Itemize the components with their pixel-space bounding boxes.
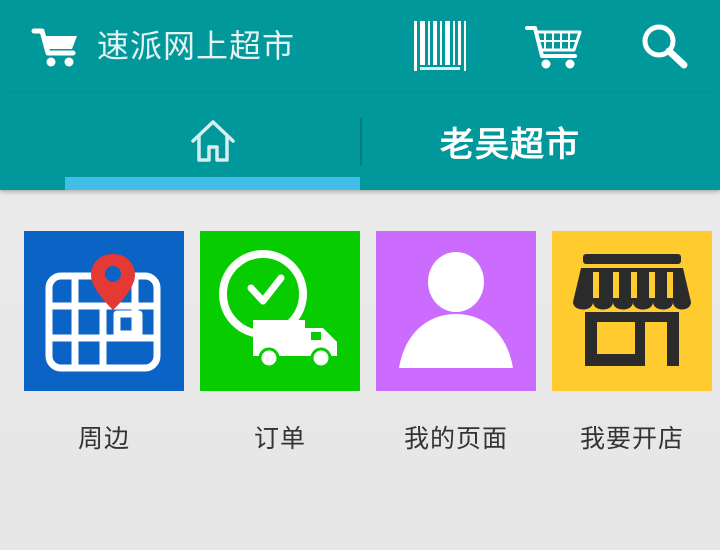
barcode-icon <box>414 21 466 71</box>
tile-open-store-icon-box <box>552 231 712 391</box>
tile-nearby-icon-box <box>24 231 184 391</box>
barcode-scan-button[interactable] <box>406 14 474 78</box>
tile-open-store[interactable]: 我要开店 <box>552 231 712 455</box>
tab-home[interactable] <box>65 92 360 190</box>
tab-store[interactable]: 老吴超市 <box>362 92 658 190</box>
tile-open-store-label: 我要开店 <box>579 424 684 453</box>
app-title: 速派网上超市 <box>97 27 296 65</box>
tab-indicator <box>65 177 360 190</box>
tile-nearby-label: 周边 <box>77 424 130 453</box>
shopping-cart-button[interactable] <box>522 14 586 78</box>
tile-nearby[interactable]: 周边 <box>24 231 184 455</box>
feature-grid: 周边 订单 我的页面 我要开店 <box>0 190 720 550</box>
search-button[interactable] <box>634 14 694 78</box>
tile-orders-icon-box <box>200 231 360 391</box>
delivery-clock-icon <box>219 250 337 369</box>
app-bar: 速派网上超市 <box>0 0 720 92</box>
tile-my-page-label: 我的页面 <box>403 424 508 453</box>
user-icon <box>399 252 513 368</box>
tile-orders-label: 订单 <box>253 424 306 453</box>
tab-store-label: 老吴超市 <box>440 124 580 165</box>
tile-my-page-icon-box <box>376 231 536 391</box>
tile-orders[interactable]: 订单 <box>200 231 360 455</box>
cart-icon <box>525 26 582 69</box>
tile-my-page[interactable]: 我的页面 <box>376 231 536 455</box>
cart-logo-icon[interactable] <box>30 22 82 70</box>
home-icon <box>190 120 235 162</box>
map-pin-icon <box>45 254 161 372</box>
search-icon <box>642 24 688 69</box>
tab-bar: 老吴超市 <box>0 92 720 190</box>
storefront-icon <box>573 254 691 366</box>
